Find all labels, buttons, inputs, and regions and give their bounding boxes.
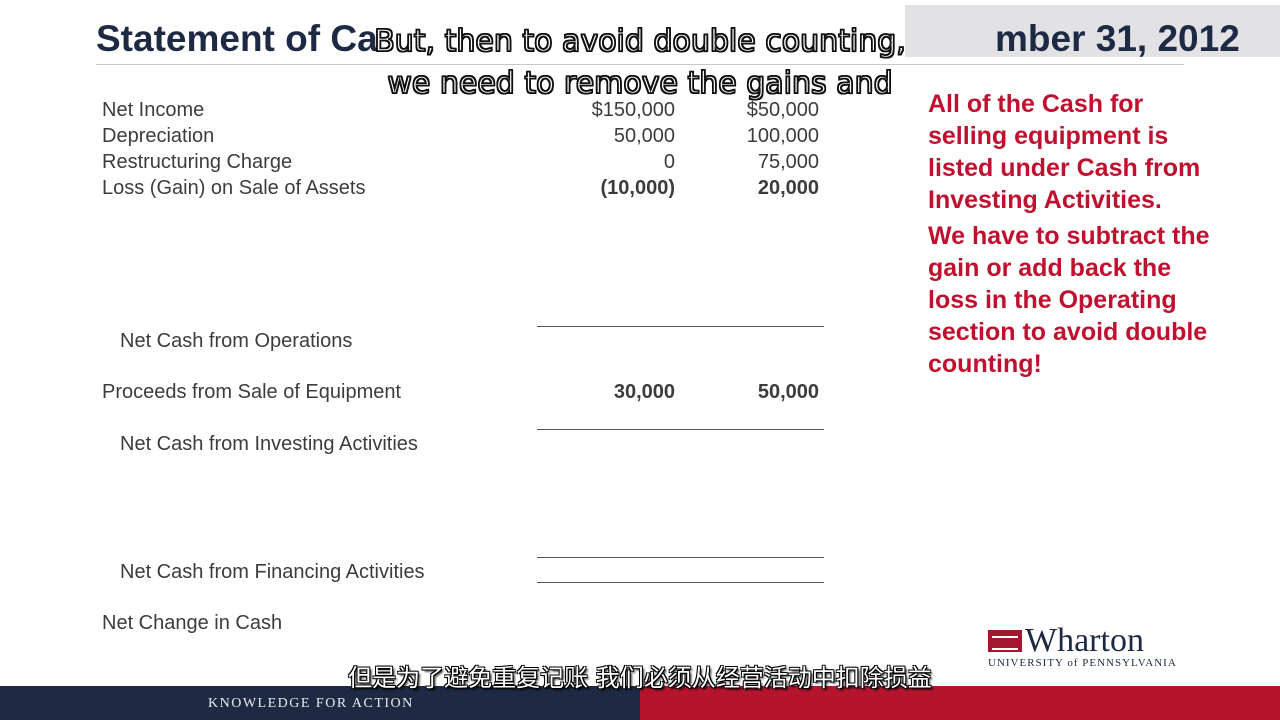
row-value-loss-gain-2: 20,000 [757, 177, 819, 199]
net-cash-investing-label: Net Cash from Investing Activities [120, 433, 418, 455]
subtitle-line-1: But, then to avoid double counting, [373, 23, 906, 60]
row-value-net-income-2: $50,000 [746, 99, 819, 121]
subtitle-chinese: 但是为了避免重复记账 我们必须从经营活动中扣除损益 [348, 664, 932, 692]
explanation-callout: All of the Cash for selling equipment is… [928, 88, 1228, 384]
subtitle-line-2: we need to remove the gains and [387, 65, 894, 102]
row-label-depreciation: Depreciation [102, 125, 215, 147]
financing-total-rule [537, 557, 824, 558]
callout-paragraph-2: We have to subtract the gain or add back… [928, 222, 1210, 378]
row-value-loss-gain-1: (10,000) [600, 177, 676, 199]
row-label-net-income: Net Income [102, 99, 205, 121]
operations-total-rule [537, 326, 824, 327]
financing-underline-rule [537, 582, 824, 583]
row-value-depreciation-2: 100,000 [746, 125, 819, 147]
row-value-depreciation-1: 50,000 [613, 125, 675, 147]
row-label-restructuring: Restructuring Charge [102, 151, 293, 173]
footer-tagline: KNOWLEDGE FOR ACTION [208, 696, 414, 711]
row-value-net-income-1: $150,000 [591, 99, 675, 121]
shield-icon [988, 630, 1022, 652]
title-divider [96, 64, 1184, 65]
investing-total-rule [537, 429, 824, 430]
logo-wordmark: Wharton [1025, 622, 1144, 659]
row-value-restructuring-2: 75,000 [757, 151, 819, 173]
row-value-restructuring-1: 0 [663, 151, 675, 173]
net-cash-operations-label: Net Cash from Operations [120, 330, 353, 352]
row-label-loss-gain: Loss (Gain) on Sale of Assets [102, 177, 366, 199]
callout-paragraph-1: All of the Cash for selling equipment is… [928, 90, 1201, 214]
proceeds-value-1: 30,000 [613, 381, 675, 403]
proceeds-value-2: 50,000 [757, 381, 819, 403]
proceeds-label: Proceeds from Sale of Equipment [102, 381, 402, 403]
net-change-cash-label: Net Change in Cash [102, 612, 283, 634]
net-cash-financing-label: Net Cash from Financing Activities [120, 561, 425, 583]
